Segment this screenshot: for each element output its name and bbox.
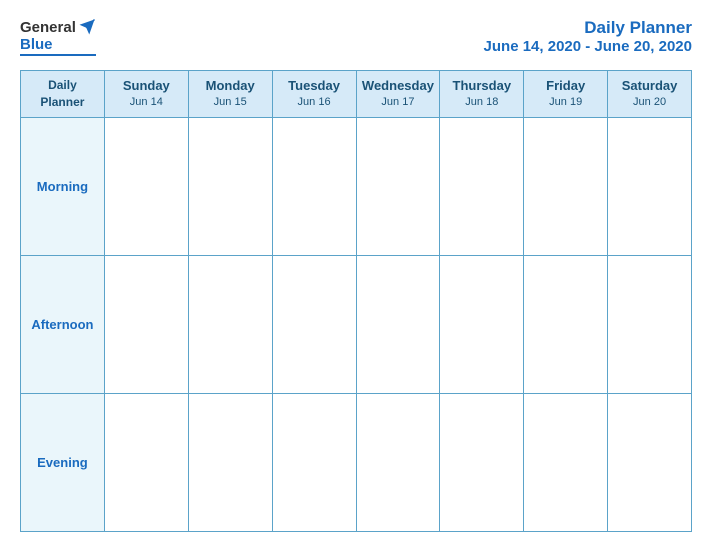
row-label-evening: Evening	[21, 393, 105, 531]
header-day-sunday: SundayJun 14	[104, 71, 188, 118]
cell-evening-friday[interactable]	[524, 393, 608, 531]
day-name: Monday	[193, 78, 268, 95]
header-day-wednesday: WednesdayJun 17	[356, 71, 440, 118]
header-label-line2: Planner	[40, 95, 84, 109]
cell-afternoon-saturday[interactable]	[608, 255, 692, 393]
header-day-monday: MondayJun 15	[188, 71, 272, 118]
cell-afternoon-wednesday[interactable]	[356, 255, 440, 393]
day-date: Jun 17	[361, 95, 436, 109]
cell-evening-sunday[interactable]	[104, 393, 188, 531]
row-label-afternoon: Afternoon	[21, 255, 105, 393]
header-label-line1: Daily	[48, 78, 77, 92]
header-day-tuesday: TuesdayJun 16	[272, 71, 356, 118]
logo-general-text: General	[20, 19, 76, 36]
cell-evening-thursday[interactable]	[440, 393, 524, 531]
cell-evening-wednesday[interactable]	[356, 393, 440, 531]
bird-icon	[78, 18, 96, 36]
header-day-friday: FridayJun 19	[524, 71, 608, 118]
table-header-row: Daily Planner SundayJun 14MondayJun 15Tu…	[21, 71, 692, 118]
planner-table: Daily Planner SundayJun 14MondayJun 15Tu…	[20, 70, 692, 532]
day-name: Wednesday	[361, 78, 436, 95]
header: General Blue Daily Planner June 14, 2020…	[20, 18, 692, 56]
day-name: Friday	[528, 78, 603, 95]
cell-morning-wednesday[interactable]	[356, 117, 440, 255]
day-date: Jun 16	[277, 95, 352, 109]
header-label-cell: Daily Planner	[21, 71, 105, 118]
table-row: Evening	[21, 393, 692, 531]
cell-afternoon-friday[interactable]	[524, 255, 608, 393]
cell-morning-friday[interactable]	[524, 117, 608, 255]
cell-afternoon-tuesday[interactable]	[272, 255, 356, 393]
table-row: Morning	[21, 117, 692, 255]
table-row: Afternoon	[21, 255, 692, 393]
cell-morning-monday[interactable]	[188, 117, 272, 255]
header-title: Daily Planner June 14, 2020 - June 20, 2…	[484, 18, 692, 55]
page: General Blue Daily Planner June 14, 2020…	[0, 0, 712, 550]
cell-evening-tuesday[interactable]	[272, 393, 356, 531]
cell-morning-tuesday[interactable]	[272, 117, 356, 255]
cell-afternoon-monday[interactable]	[188, 255, 272, 393]
logo-blue-text: Blue	[20, 36, 53, 53]
cell-afternoon-thursday[interactable]	[440, 255, 524, 393]
day-date: Jun 18	[444, 95, 519, 109]
planner-title: Daily Planner	[484, 18, 692, 38]
cell-evening-monday[interactable]	[188, 393, 272, 531]
day-name: Sunday	[109, 78, 184, 95]
logo: General Blue	[20, 18, 96, 56]
cell-afternoon-sunday[interactable]	[104, 255, 188, 393]
day-date: Jun 20	[612, 95, 687, 109]
header-day-thursday: ThursdayJun 18	[440, 71, 524, 118]
day-date: Jun 19	[528, 95, 603, 109]
day-date: Jun 14	[109, 95, 184, 109]
day-name: Tuesday	[277, 78, 352, 95]
cell-morning-saturday[interactable]	[608, 117, 692, 255]
cell-evening-saturday[interactable]	[608, 393, 692, 531]
cell-morning-sunday[interactable]	[104, 117, 188, 255]
logo-underline	[20, 54, 96, 56]
logo-text: General	[20, 18, 96, 36]
day-name: Thursday	[444, 78, 519, 95]
day-date: Jun 15	[193, 95, 268, 109]
header-day-saturday: SaturdayJun 20	[608, 71, 692, 118]
date-range: June 14, 2020 - June 20, 2020	[484, 38, 692, 55]
cell-morning-thursday[interactable]	[440, 117, 524, 255]
row-label-morning: Morning	[21, 117, 105, 255]
day-name: Saturday	[612, 78, 687, 95]
